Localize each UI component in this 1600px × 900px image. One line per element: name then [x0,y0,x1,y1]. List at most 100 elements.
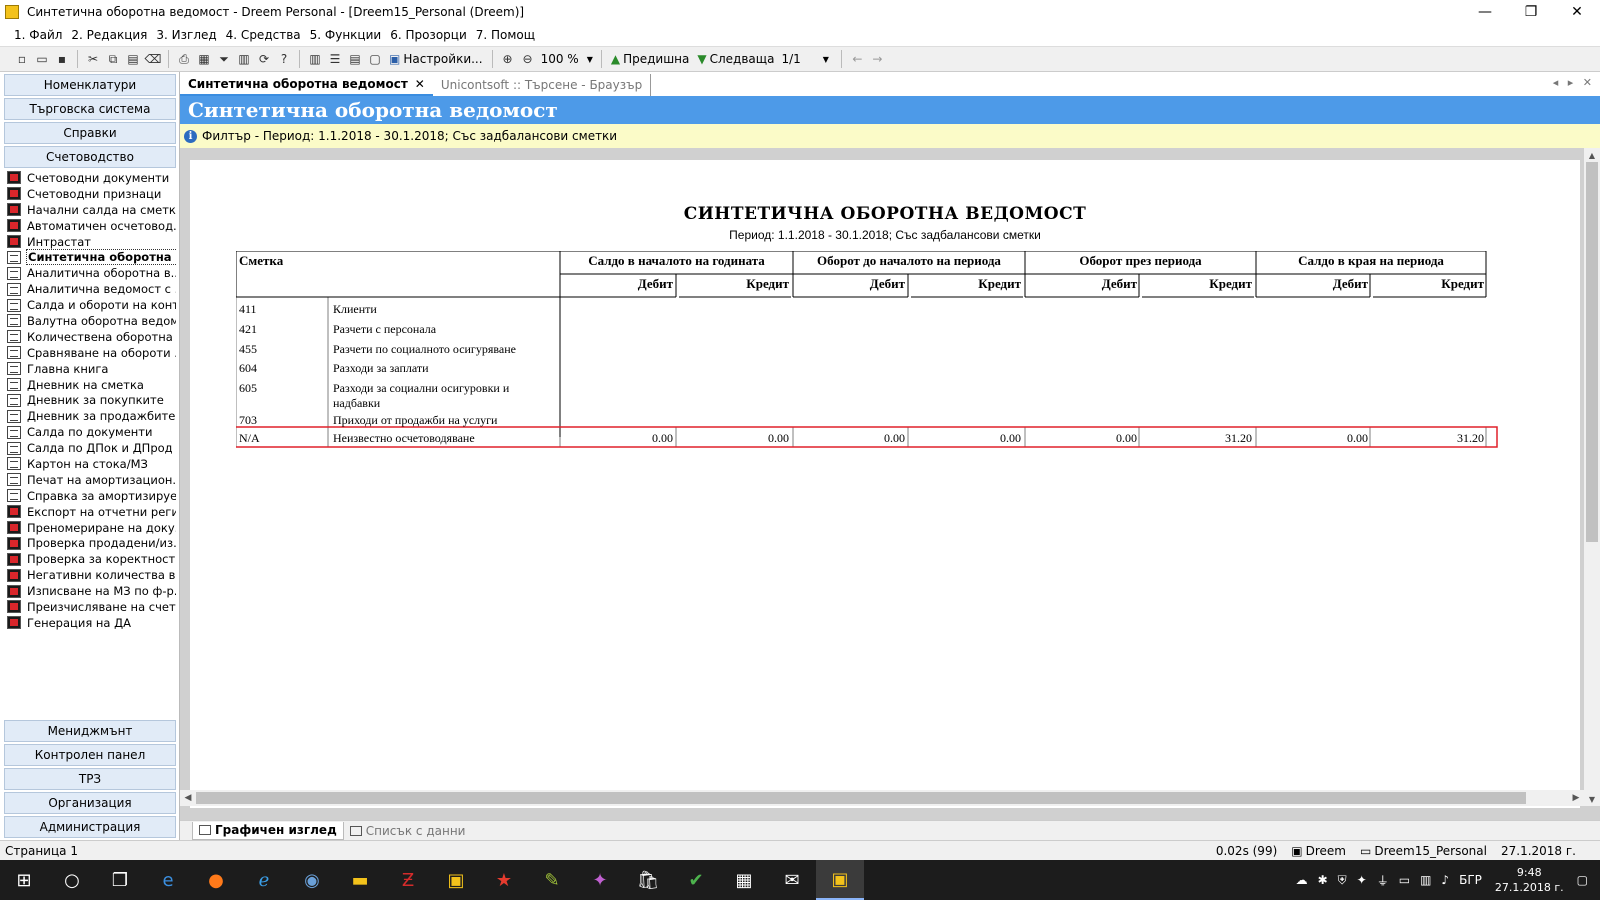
internet-explorer-icon[interactable]: ℯ [240,860,288,900]
page-setup-icon[interactable]: ▢ [367,51,383,67]
sidebar-item[interactable]: Валутна оборотна ведом... [4,313,176,329]
sidebar-item[interactable]: Картон на стока/МЗ [4,456,176,472]
sidebar-item[interactable]: Преномериране на доку... [4,520,176,536]
menu-functions[interactable]: 5. Функции [310,28,382,42]
app-brush-icon[interactable]: ✎ [528,860,576,900]
scroll-left-icon[interactable]: ◀ [180,790,196,806]
tray-app-icon[interactable]: ✱ [1318,873,1328,887]
minimize-button[interactable]: — [1462,0,1508,24]
tab-scroll-right-icon[interactable]: ▸ [1568,76,1574,89]
battery-icon[interactable]: ▭ [1399,873,1410,887]
clock[interactable]: 9:48 27.1.2018 г. [1495,865,1564,895]
tab-browser-search[interactable]: Unicontsoft :: Търсене - Браузър [433,74,652,96]
app-star-icon[interactable]: ★ [480,860,528,900]
maximize-button[interactable]: ❐ [1508,0,1554,24]
sidebar-item[interactable]: Сравняване на обороти ... [4,345,176,361]
sidebar-group-reports[interactable]: Справки [4,122,176,144]
dreem-icon[interactable]: ▣ [432,860,480,900]
sidebar-item[interactable]: Негативни количества в ... [4,567,176,583]
sidebar-item[interactable]: Автоматичен осчетовод... [4,218,176,234]
cloud-icon[interactable]: ☁ [1296,873,1308,887]
sidebar-group-administration[interactable]: Администрация [4,816,176,838]
sidebar-item[interactable]: Проверка продадени/из... [4,535,176,551]
tray-bolt-icon[interactable]: ✦ [1357,873,1367,887]
page-select[interactable]: 1/1 ▼ [781,52,833,66]
open-icon[interactable]: ▭ [34,51,50,67]
sidebar-item[interactable]: Интрастат [4,234,176,250]
sidebar-item[interactable]: Дневник за продажбите [4,408,176,424]
sidebar-item[interactable]: Изписване на МЗ по ф-р... [4,583,176,599]
sidebar-item[interactable]: Салда по документи [4,424,176,440]
copy-icon[interactable]: ⧉ [105,51,121,67]
edge-icon[interactable]: e [144,860,192,900]
sidebar-group-payroll[interactable]: ТРЗ [4,768,176,790]
language-indicator[interactable]: БГР [1459,873,1482,887]
print-icon[interactable]: ⎙ [176,51,192,67]
menu-edit[interactable]: 2. Редакция [71,28,147,42]
sidebar-item[interactable]: Проверка за коректност ... [4,551,176,567]
menu-tools[interactable]: 4. Средства [226,28,301,42]
cut-icon[interactable]: ✂ [85,51,101,67]
sidebar-item[interactable]: Генерация на ДА [4,615,176,631]
tab-data-list[interactable]: Списък с данни [344,822,472,840]
windows-start-icon[interactable]: ⊞ [0,860,48,900]
sidebar-item[interactable]: Количествена оборотна ... [4,329,176,345]
tab-synthetic-turnover[interactable]: Синтетична оборотна ведомост ✕ [180,74,433,96]
store-icon[interactable]: 🛍 [624,860,672,900]
scroll-thumb[interactable] [1586,162,1598,542]
previous-page-button[interactable]: ▲ Предишна [611,52,690,66]
sidebar-item[interactable]: Салда и обороти на конт... [4,297,176,313]
task-view-icon[interactable]: ❐ [96,860,144,900]
sidebar-group-accounting[interactable]: Счетоводство [4,146,176,168]
filezilla-icon[interactable]: Ƶ [384,860,432,900]
refresh-icon[interactable]: ⟳ [256,51,272,67]
sidebar-item[interactable]: Салда по ДПок и ДПрод [4,440,176,456]
help-icon[interactable]: ? [276,51,292,67]
next-page-button[interactable]: ▼ Следваща [697,52,774,66]
sidebar-item[interactable]: Печат на амортизацион... [4,472,176,488]
sidebar-item[interactable]: Преизчисляване на счет... [4,599,176,615]
menu-help[interactable]: 7. Помощ [476,28,535,42]
sidebar-item[interactable]: Счетоводни документи [4,170,176,186]
vertical-scrollbar[interactable]: ▲ ▼ [1584,148,1600,806]
file-explorer-icon[interactable]: ▬ [336,860,384,900]
forward-arrow-icon[interactable]: → [869,51,885,67]
sidebar-item[interactable]: Аналитична оборотна в... [4,265,176,281]
zoom-out-icon[interactable]: ⊖ [520,51,536,67]
sidebar-item[interactable]: Експорт на отчетни реги... [4,504,176,520]
tray-plug-icon[interactable]: ⏚ [1377,872,1389,889]
sidebar-item[interactable]: Аналитична ведомост с ... [4,281,176,297]
menu-view[interactable]: 3. Изглед [156,28,216,42]
zoom-in-icon[interactable]: ⊕ [500,51,516,67]
sidebar-group-nomenclatures[interactable]: Номенклатури [4,74,176,96]
notifications-icon[interactable]: ▢ [1577,873,1588,887]
sidebar-group-management[interactable]: Мениджмънт [4,720,176,742]
sidebar-item[interactable]: Начални салда на сметки [4,202,176,218]
app-check-icon[interactable]: ✔ [672,860,720,900]
network-icon[interactable]: ▥ [1420,873,1431,887]
dreem-active-icon[interactable]: ▣ [816,860,864,900]
menu-windows[interactable]: 6. Прозорци [390,28,467,42]
menu-file[interactable]: 1. Файл [14,28,62,42]
zoom-select[interactable]: 100 % ▼ [541,52,593,66]
scroll-thumb[interactable] [196,792,1526,804]
scroll-up-icon[interactable]: ▲ [1584,148,1600,162]
layout-icon[interactable]: ▥ [236,51,252,67]
sidebar-item[interactable]: Счетоводни признаци [4,186,176,202]
close-icon[interactable]: ✕ [415,77,425,91]
app-screenshot-icon[interactable]: ▦ [720,860,768,900]
sidebar-group-trade-system[interactable]: Търговска система [4,98,176,120]
sidebar-item[interactable]: Главна книга [4,361,176,377]
search-icon[interactable]: ○ [48,860,96,900]
new-icon[interactable]: ▫ [14,51,30,67]
settings-button[interactable]: ▣ Настройки... [389,52,483,66]
sidebar-group-organization[interactable]: Организация [4,792,176,814]
sidebar-item[interactable]: Дневник на сметка [4,377,176,393]
app-paint-icon[interactable]: ✦ [576,860,624,900]
save-icon[interactable]: ▪ [54,51,70,67]
paste-icon[interactable]: ▤ [125,51,141,67]
volume-icon[interactable]: ♪ [1441,873,1449,887]
tab-graphic-view[interactable]: Графичен изглед [192,821,344,840]
thunderbird-icon[interactable]: ◉ [288,860,336,900]
scroll-down-icon[interactable]: ▼ [1584,792,1600,806]
